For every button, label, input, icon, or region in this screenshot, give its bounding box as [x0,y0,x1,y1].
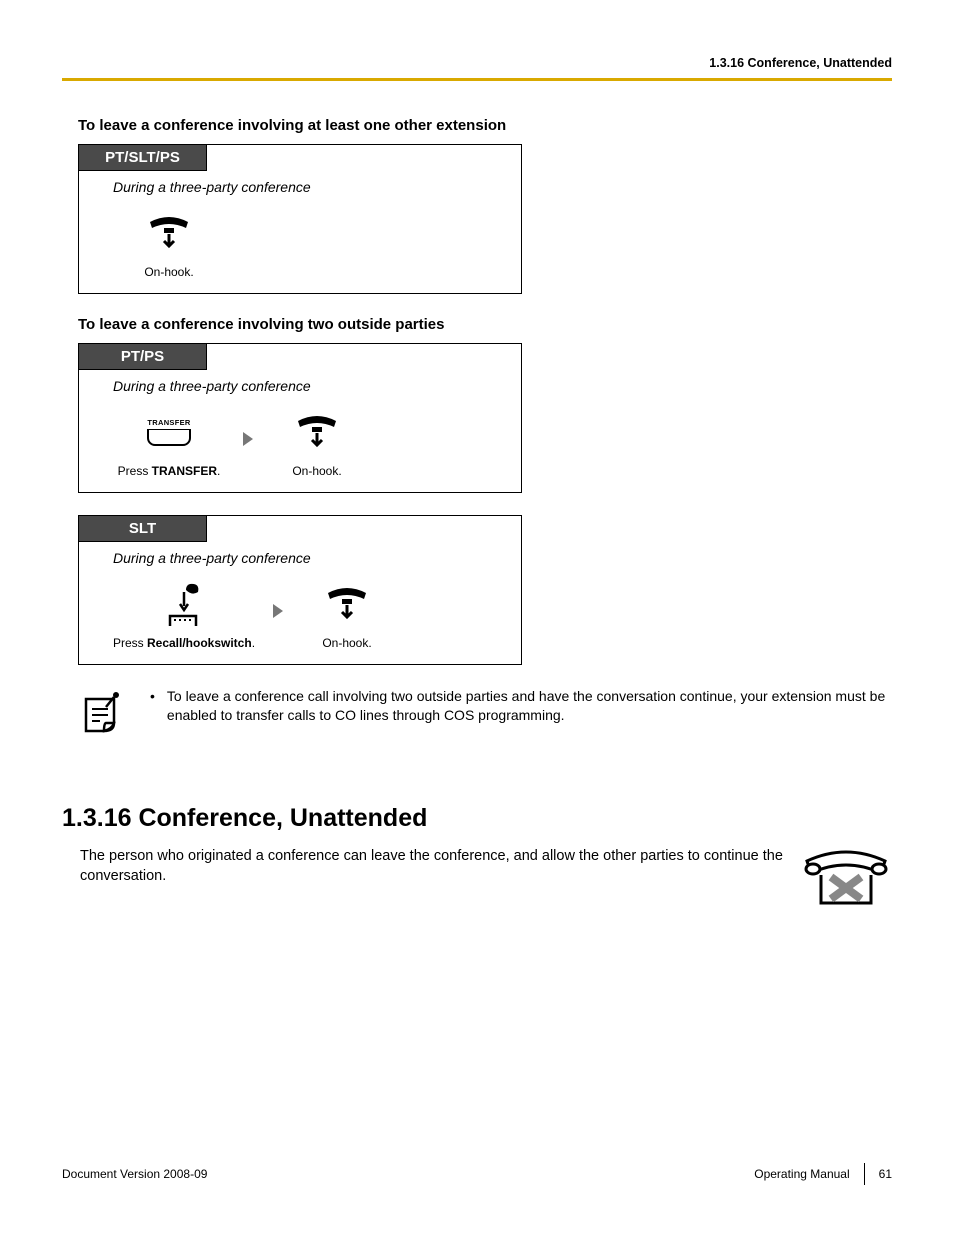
page-header: 1.3.16 Conference, Unattended [62,56,892,78]
step-caption: On-hook. [322,628,371,660]
section-body: The person who originated a conference c… [80,847,790,886]
onhook-icon [292,408,342,456]
step-caption: Press TRANSFER. [118,456,221,488]
procedure-tab: SLT [79,516,207,542]
phone-leave-icon [800,847,892,922]
arrow-icon [273,604,283,618]
note-icon [78,687,128,744]
onhook-icon [322,580,372,628]
step-caption: On-hook. [144,257,193,289]
footer-version: Document Version 2008-09 [62,1167,207,1181]
procedure-tab: PT/PS [79,344,207,370]
step-caption: On-hook. [292,456,341,488]
arrow-icon [243,432,253,446]
procedure-context: During a three-party conference [79,171,521,203]
page-footer: Document Version 2008-09 Operating Manua… [62,1163,892,1185]
hookswitch-icon [162,580,206,628]
bullet: • [150,687,155,744]
subheading-leave-outside: To leave a conference involving two outs… [78,316,892,333]
procedure-box-ptps: PT/PS During a three-party conference TR… [78,343,522,493]
header-rule [62,78,892,81]
breadcrumb: 1.3.16 Conference, Unattended [709,56,892,70]
procedure-context: During a three-party conference [79,542,521,574]
note-text: To leave a conference call involving two… [167,687,892,744]
onhook-icon [144,209,194,257]
note-block: • To leave a conference call involving t… [78,687,892,744]
footer-page-number: 61 [879,1167,892,1181]
procedure-box-ptsltps: PT/SLT/PS During a three-party conferenc… [78,144,522,294]
procedure-box-slt: SLT During a three-party conference [78,515,522,665]
transfer-button-icon: TRANSFER [147,408,191,456]
section-heading: 1.3.16 Conference, Unattended [62,804,892,833]
procedure-tab: PT/SLT/PS [79,145,207,171]
procedure-context: During a three-party conference [79,370,521,402]
subheading-leave-ext: To leave a conference involving at least… [78,117,892,134]
footer-manual-label: Operating Manual [754,1167,849,1181]
step-caption: Press Recall/hookswitch. [113,628,255,660]
transfer-label: TRANSFER [147,418,190,427]
footer-separator [864,1163,865,1185]
